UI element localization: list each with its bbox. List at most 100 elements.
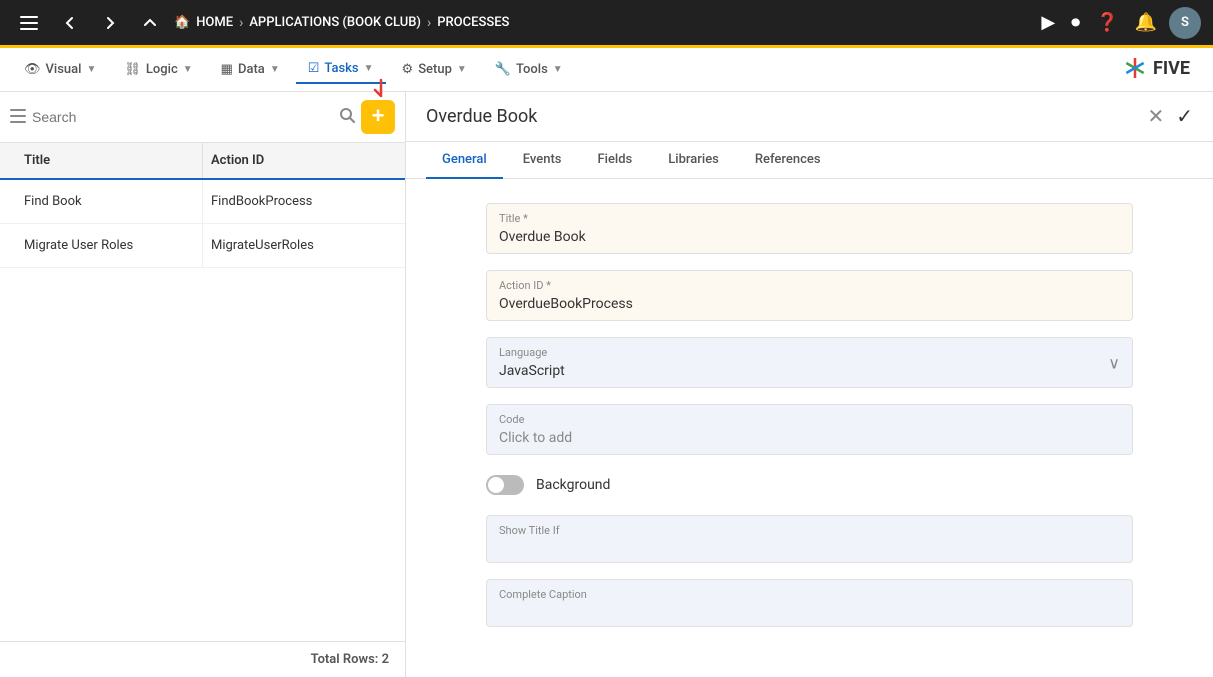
setup-arrow: ▼ — [457, 64, 467, 75]
menu-bar: 👁 Visual ▼ ⛓ Logic ▼ ▦ Data ▼ ☑ Tasks ▼ … — [0, 48, 1213, 92]
breadcrumb-sep-1: › — [239, 15, 243, 31]
show-title-if-group: Show Title If — [486, 515, 1133, 563]
help-button[interactable]: ❓ — [1092, 8, 1122, 37]
menu-label-data: Data — [238, 62, 265, 77]
menu-item-data[interactable]: ▦ Data ▼ — [209, 56, 292, 83]
action-id-group: Action ID * OverdueBookProcess — [486, 270, 1133, 321]
play-button[interactable]: ▶ — [1037, 8, 1059, 37]
tools-icon: 🔧 — [495, 62, 511, 77]
tools-arrow: ▼ — [553, 64, 563, 75]
action-id-field[interactable]: Action ID * OverdueBookProcess — [486, 270, 1133, 321]
main-layout: + Title Action ID Find Book FindBookProc… — [0, 92, 1213, 677]
visual-icon: 👁 — [24, 62, 41, 77]
record-button[interactable]: ⏺ — [1067, 8, 1084, 37]
col-action-id: Action ID — [203, 143, 389, 178]
code-group: Code Click to add — [486, 404, 1133, 455]
tabs: General Events Fields Libraries Referenc… — [406, 142, 1213, 179]
background-row: Background — [486, 471, 1133, 499]
title-field[interactable]: Title * Overdue Book — [486, 203, 1133, 254]
breadcrumb-home[interactable]: HOME — [196, 15, 233, 30]
tab-fields[interactable]: Fields — [581, 142, 648, 179]
language-label: Language — [499, 346, 1120, 359]
tasks-arrow: ▼ — [364, 63, 374, 74]
action-id-value: OverdueBookProcess — [499, 296, 1120, 312]
row-1-title: Find Book — [16, 180, 203, 223]
data-arrow: ▼ — [270, 64, 280, 75]
row-1-action-id: FindBookProcess — [203, 180, 389, 223]
close-button[interactable]: ✕ — [1147, 104, 1164, 129]
background-label: Background — [536, 477, 610, 493]
col-title: Title — [16, 143, 203, 178]
top-navigation: 🏠 HOME › APPLICATIONS (BOOK CLUB) › PROC… — [0, 0, 1213, 48]
confirm-button[interactable]: ✓ — [1176, 104, 1193, 129]
up-button[interactable] — [134, 11, 166, 35]
filter-icon[interactable] — [10, 108, 26, 127]
forward-button[interactable] — [94, 11, 126, 35]
avatar[interactable]: S — [1169, 7, 1201, 39]
menu-item-logic[interactable]: ⛓ Logic ▼ — [112, 56, 204, 83]
right-header: Overdue Book ✕ ✓ — [406, 92, 1213, 142]
breadcrumb-app[interactable]: APPLICATIONS (BOOK CLUB) — [249, 15, 421, 30]
title-value: Overdue Book — [499, 229, 1120, 245]
notifications-button[interactable]: 🔔 — [1131, 8, 1161, 37]
hamburger-menu-button[interactable] — [12, 12, 46, 34]
process-title: Overdue Book — [426, 106, 1147, 127]
right-panel: Overdue Book ✕ ✓ General Events Fields L… — [406, 92, 1213, 677]
menu-item-setup[interactable]: ⚙ Setup ▼ — [390, 56, 479, 83]
code-placeholder: Click to add — [499, 430, 1120, 446]
data-icon: ▦ — [221, 62, 233, 77]
title-group: Title * Overdue Book — [486, 203, 1133, 254]
row-2-action-id: MigrateUserRoles — [203, 224, 389, 267]
tab-general[interactable]: General — [426, 142, 503, 179]
menu-label-tools: Tools — [516, 62, 548, 77]
tab-libraries[interactable]: Libraries — [652, 142, 735, 179]
row-2-title: Migrate User Roles — [16, 224, 203, 267]
language-field[interactable]: Language JavaScript ∨ — [486, 337, 1133, 388]
menu-item-visual[interactable]: 👁 Visual ▼ — [12, 56, 108, 83]
menu-item-tools[interactable]: 🔧 Tools ▼ — [483, 56, 575, 83]
table-rows: Find Book FindBookProcess Migrate User R… — [0, 180, 405, 641]
table-row[interactable]: Migrate User Roles MigrateUserRoles — [0, 224, 405, 268]
setup-icon: ⚙ — [402, 62, 414, 77]
logic-icon: ⛓ — [124, 62, 141, 77]
breadcrumb-sep-2: › — [427, 15, 431, 31]
tab-events[interactable]: Events — [507, 142, 578, 179]
form-area: Title * Overdue Book Action ID * Overdue… — [406, 179, 1213, 677]
language-chevron: ∨ — [1108, 353, 1120, 372]
table-footer: Total Rows: 2 — [0, 641, 405, 677]
five-logo: FIVE — [1121, 54, 1201, 86]
total-rows-label: Total Rows: 2 — [311, 652, 389, 667]
language-group: Language JavaScript ∨ — [486, 337, 1133, 388]
table-header: Title Action ID — [0, 143, 405, 180]
code-label: Code — [499, 413, 1120, 426]
menu-label-logic: Logic — [146, 62, 178, 77]
table-row[interactable]: Find Book FindBookProcess — [0, 180, 405, 224]
complete-caption-field[interactable]: Complete Caption — [486, 579, 1133, 627]
complete-caption-group: Complete Caption — [486, 579, 1133, 627]
menu-label-visual: Visual — [46, 62, 82, 77]
svg-text:FIVE: FIVE — [1153, 58, 1190, 79]
back-button[interactable] — [54, 11, 86, 35]
show-title-if-label: Show Title If — [499, 524, 1120, 537]
left-panel: + Title Action ID Find Book FindBookProc… — [0, 92, 406, 677]
menu-label-setup: Setup — [418, 62, 452, 77]
tab-references[interactable]: References — [739, 142, 837, 179]
menu-label-tasks: Tasks — [324, 61, 358, 76]
search-input[interactable] — [32, 109, 333, 125]
visual-arrow: ▼ — [86, 64, 96, 75]
show-title-if-field[interactable]: Show Title If — [486, 515, 1133, 563]
header-actions: ✕ ✓ — [1147, 104, 1193, 129]
home-icon: 🏠 — [174, 15, 190, 30]
title-label: Title * — [499, 212, 1120, 225]
action-id-label: Action ID * — [499, 279, 1120, 292]
logic-arrow: ▼ — [183, 64, 193, 75]
breadcrumb: 🏠 HOME › APPLICATIONS (BOOK CLUB) › PROC… — [174, 15, 1029, 31]
background-toggle[interactable] — [486, 475, 524, 495]
code-field[interactable]: Code Click to add — [486, 404, 1133, 455]
breadcrumb-processes[interactable]: PROCESSES — [437, 15, 509, 30]
language-value: JavaScript — [499, 363, 1120, 379]
search-button[interactable] — [339, 107, 355, 128]
search-bar: + — [0, 92, 405, 143]
plus-icon: + — [372, 105, 385, 127]
nav-right-actions: ▶ ⏺ ❓ 🔔 S — [1037, 7, 1201, 39]
